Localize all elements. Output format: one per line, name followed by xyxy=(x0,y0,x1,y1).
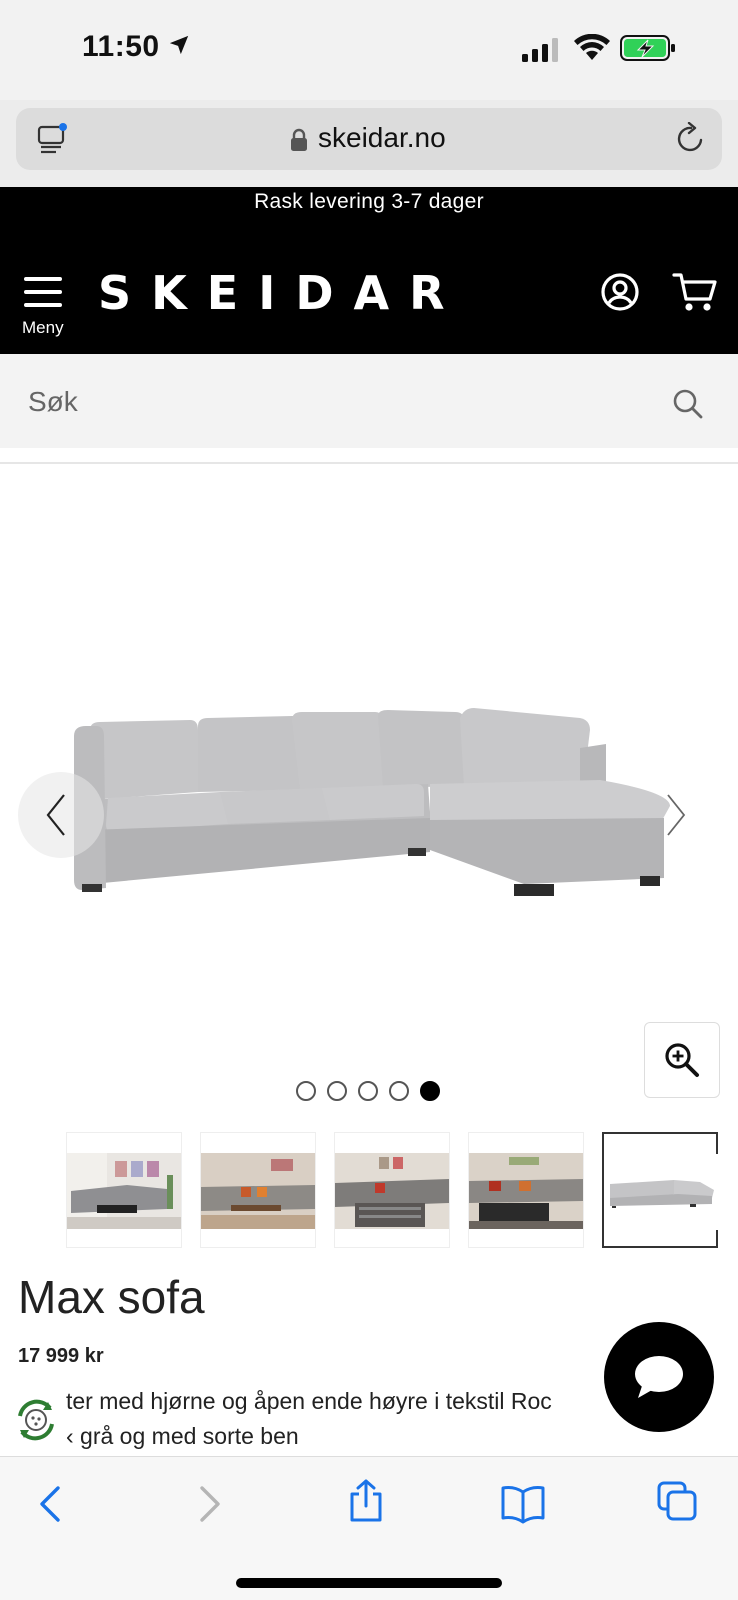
forward-icon[interactable] xyxy=(196,1484,224,1524)
back-icon[interactable] xyxy=(36,1484,64,1524)
menu-label[interactable]: Meny xyxy=(22,318,64,338)
thumbnail[interactable] xyxy=(200,1132,316,1248)
carousel-dot[interactable] xyxy=(358,1081,378,1101)
thumbnail[interactable] xyxy=(66,1132,182,1248)
zoom-in-icon[interactable] xyxy=(664,1042,700,1078)
product-image[interactable] xyxy=(60,700,690,920)
site-logo[interactable]: SKEIDAR xyxy=(98,266,465,320)
share-icon[interactable] xyxy=(346,1478,386,1524)
chat-bubble-icon[interactable] xyxy=(632,1352,686,1402)
eco-badge-icon[interactable] xyxy=(12,1396,60,1444)
product-price: 17 999 kr xyxy=(18,1345,104,1367)
thumbnail[interactable] xyxy=(334,1132,450,1248)
carousel-dot[interactable] xyxy=(327,1081,347,1101)
thumbnail[interactable] xyxy=(468,1132,584,1248)
account-icon[interactable] xyxy=(600,272,640,312)
search-icon[interactable] xyxy=(672,388,704,420)
chevron-left-icon[interactable] xyxy=(44,792,68,838)
reload-icon[interactable] xyxy=(676,122,706,154)
status-time: 11:50 xyxy=(82,30,160,63)
battery-charging-icon xyxy=(620,35,675,61)
location-arrow-icon xyxy=(169,35,189,55)
description-line: ter med hjørne og åpen ende høyre i teks… xyxy=(66,1388,552,1414)
search-input[interactable] xyxy=(28,384,648,420)
tabs-icon[interactable] xyxy=(656,1480,698,1522)
cellular-signal-icon xyxy=(522,38,558,62)
carousel-dots xyxy=(296,1081,440,1101)
product-title: Max sofa xyxy=(18,1271,205,1323)
product-description: ter med hjørne og åpen ende høyre i teks… xyxy=(66,1384,626,1454)
wifi-icon xyxy=(574,34,610,60)
carousel-dot[interactable] xyxy=(389,1081,409,1101)
tab-overview-icon[interactable] xyxy=(36,122,68,156)
carousel-dot[interactable] xyxy=(296,1081,316,1101)
promo-banner: Rask levering 3-7 dager xyxy=(0,187,738,229)
description-line: ‹ grå og med sorte ben xyxy=(66,1423,299,1449)
shopping-cart-icon[interactable] xyxy=(672,272,718,314)
bookmarks-icon[interactable] xyxy=(500,1484,546,1524)
home-indicator xyxy=(236,1578,502,1588)
url-text[interactable]: skeidar.no xyxy=(318,122,446,154)
lock-icon xyxy=(291,128,307,151)
thumbnail-strip xyxy=(66,1132,718,1248)
hamburger-menu-icon[interactable] xyxy=(24,275,64,309)
carousel-dot-active[interactable] xyxy=(420,1081,440,1101)
thumbnail-active[interactable] xyxy=(602,1132,718,1248)
chevron-right-icon[interactable] xyxy=(664,792,688,838)
